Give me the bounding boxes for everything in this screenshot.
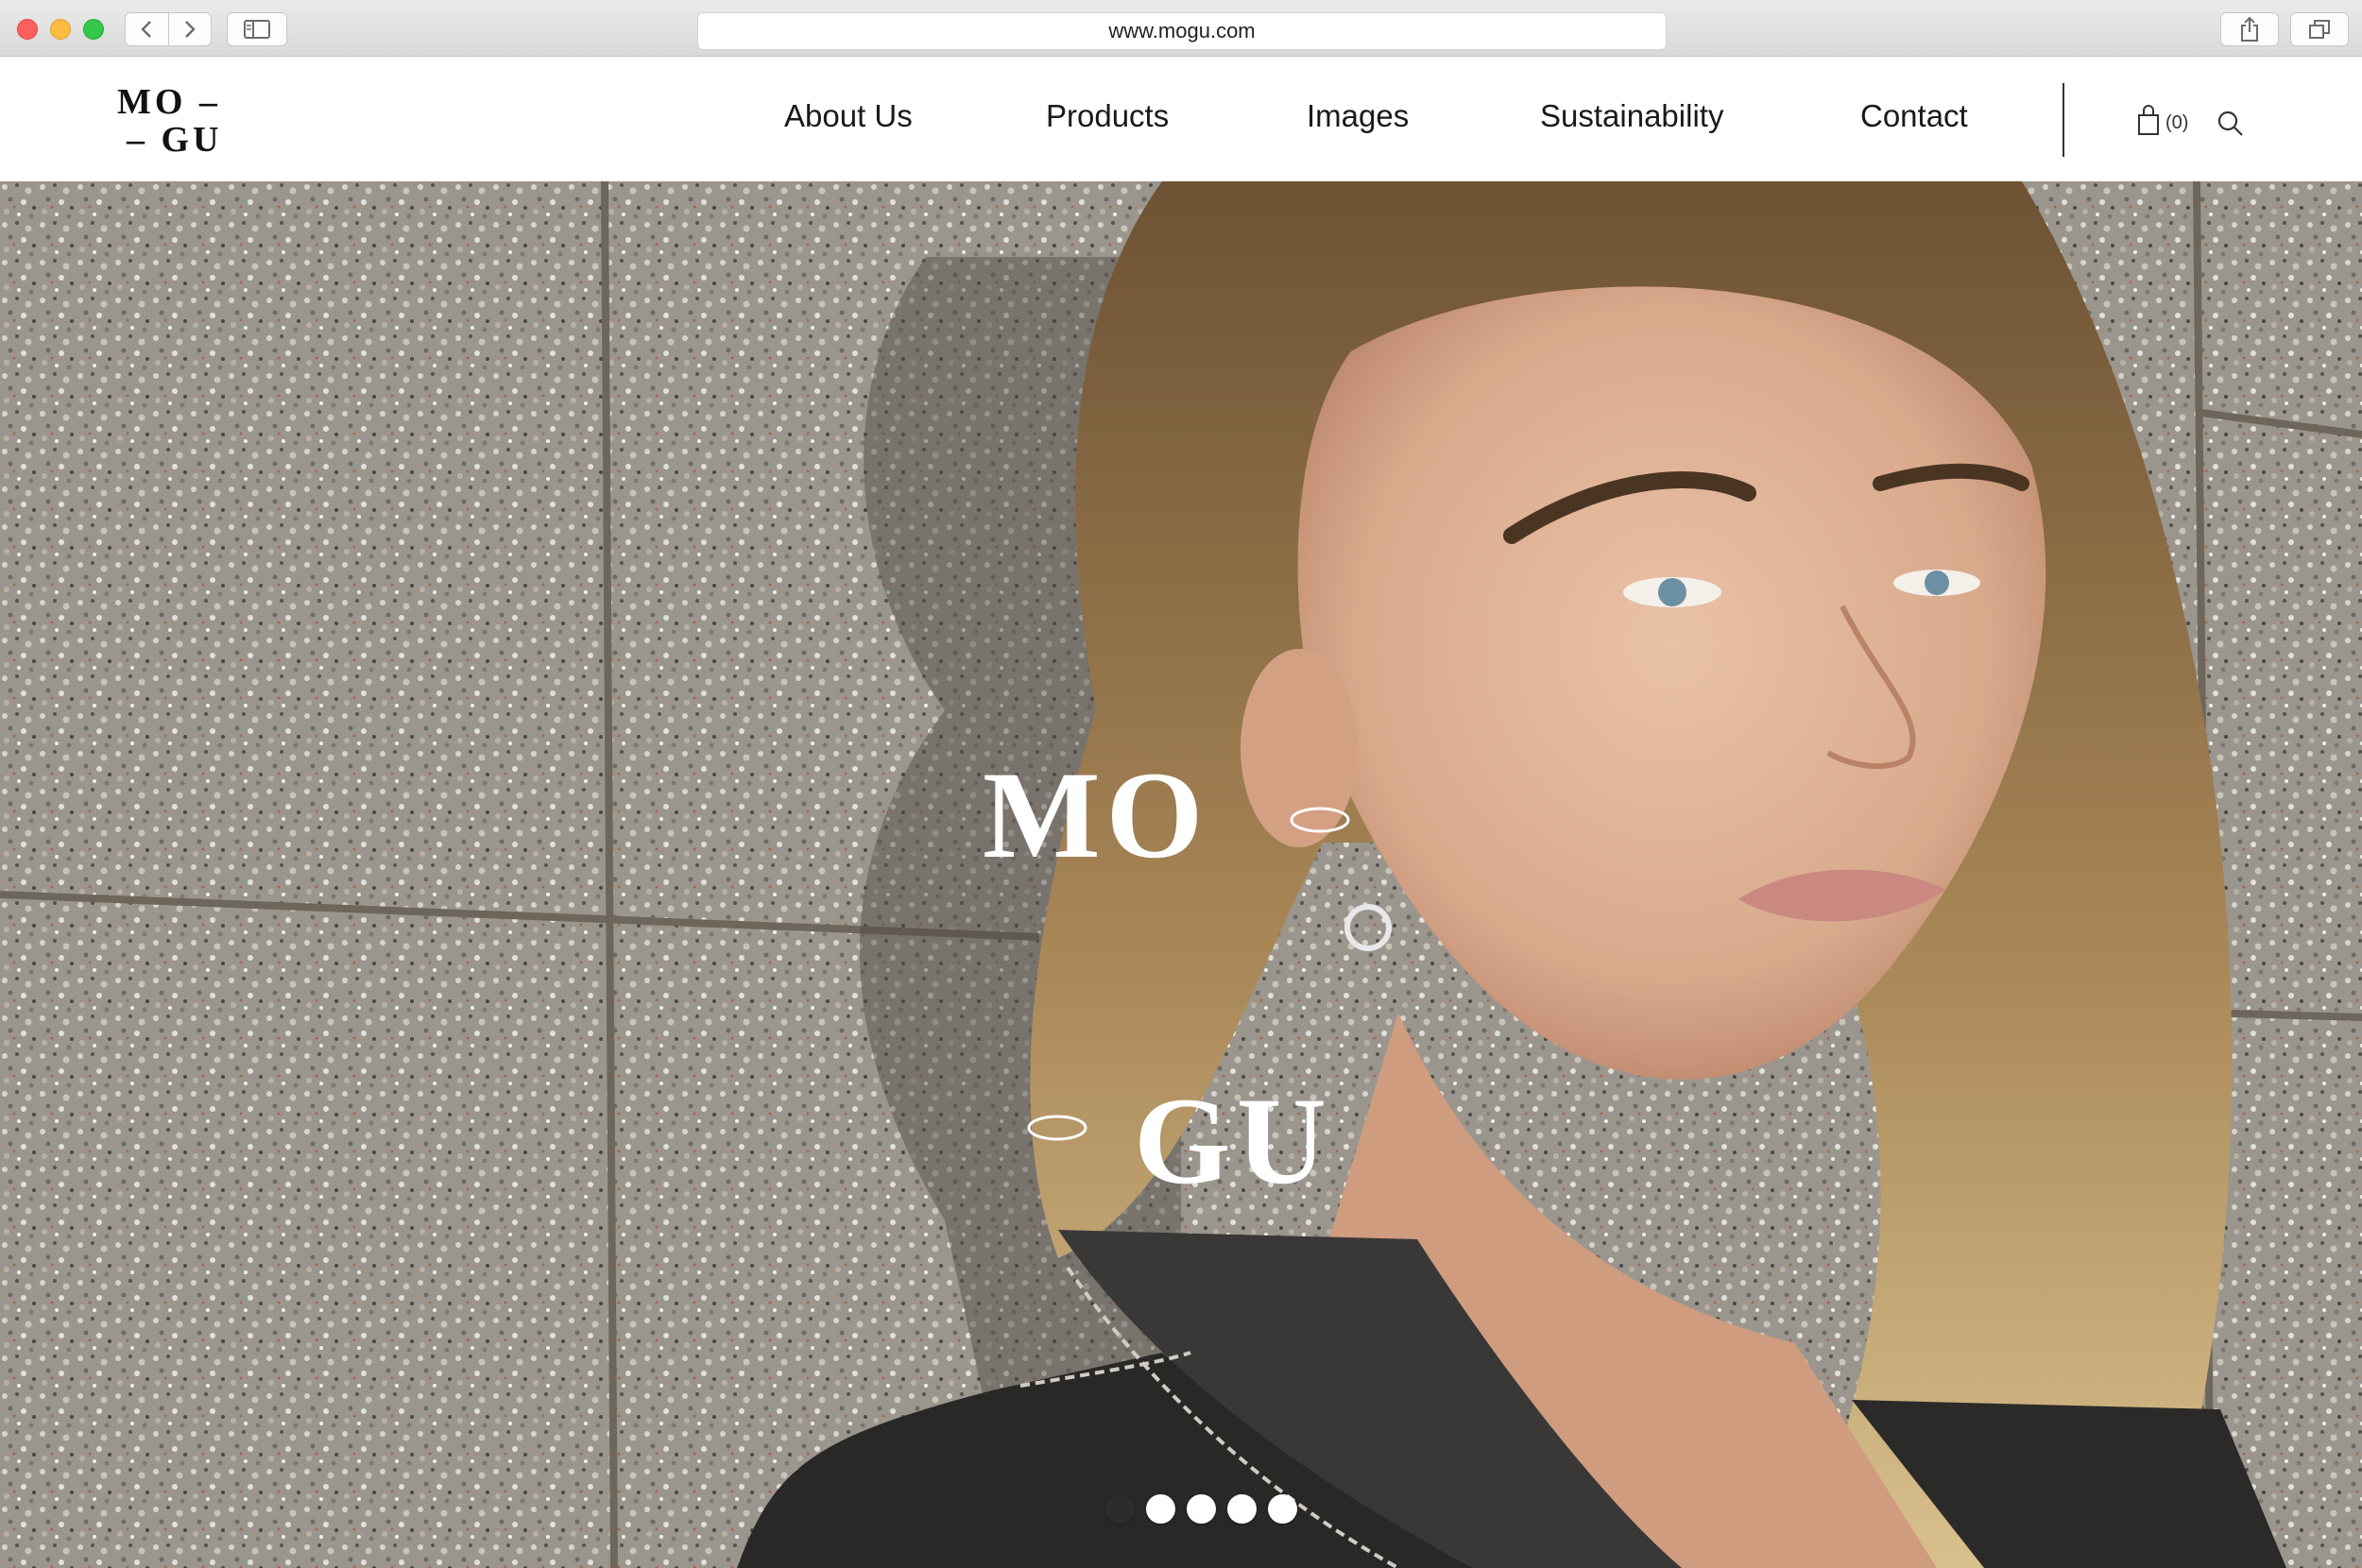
hero-logo: MO GU (0, 181, 2362, 1568)
bag-icon (2138, 105, 2159, 135)
slide-dot-1[interactable] (1105, 1494, 1135, 1524)
cart-count: (0) (2165, 112, 2189, 133)
sidebar-toggle-button[interactable] (227, 12, 287, 46)
nav-sustainability[interactable]: Sustainability (1540, 98, 1723, 134)
hero-slider: MO GU (0, 181, 2362, 1568)
slide-dot-3[interactable] (1187, 1494, 1216, 1524)
tabs-icon (2309, 20, 2330, 39)
site-header: MO – – GU About Us Products Images Susta… (0, 57, 2362, 181)
nav-products[interactable]: Products (1046, 98, 1169, 134)
search-icon (2217, 111, 2243, 136)
forward-icon (184, 21, 196, 38)
hero-logo-dash-icon (1290, 807, 1350, 833)
slide-dot-4[interactable] (1227, 1494, 1257, 1524)
forward-button[interactable] (167, 13, 212, 45)
site-logo[interactable]: MO – – GU (117, 83, 223, 159)
show-tabs-button[interactable] (2290, 12, 2349, 46)
nav-contact[interactable]: Contact (1860, 98, 1968, 134)
slide-dot-2[interactable] (1146, 1494, 1175, 1524)
nav-about-us[interactable]: About Us (784, 98, 913, 134)
logo-line-1: MO – (117, 82, 221, 122)
address-bar[interactable]: www.mogu.com (697, 12, 1667, 50)
minimize-window-button[interactable] (50, 19, 71, 40)
browser-toolbar: www.mogu.com (0, 0, 2362, 57)
history-nav (125, 12, 212, 46)
hero-logo-line-1: MO (983, 745, 1209, 884)
hero-logo-dash-icon (1027, 1115, 1087, 1141)
cart-button[interactable]: (0) (2137, 104, 2188, 136)
back-icon (141, 21, 152, 38)
share-button[interactable] (2220, 12, 2279, 46)
slide-indicators (1105, 1494, 1297, 1524)
sidebar-icon (244, 20, 270, 39)
back-button[interactable] (126, 13, 168, 45)
hero-logo-line-2: GU (1134, 1071, 1332, 1210)
slide-dot-5[interactable] (1268, 1494, 1297, 1524)
nav-images[interactable]: Images (1307, 98, 1409, 134)
zoom-window-button[interactable] (83, 19, 104, 40)
share-icon (2241, 16, 2258, 42)
close-window-button[interactable] (17, 19, 38, 40)
header-divider (2062, 83, 2064, 157)
logo-line-2: – GU (127, 120, 223, 160)
search-button[interactable] (2217, 110, 2245, 143)
